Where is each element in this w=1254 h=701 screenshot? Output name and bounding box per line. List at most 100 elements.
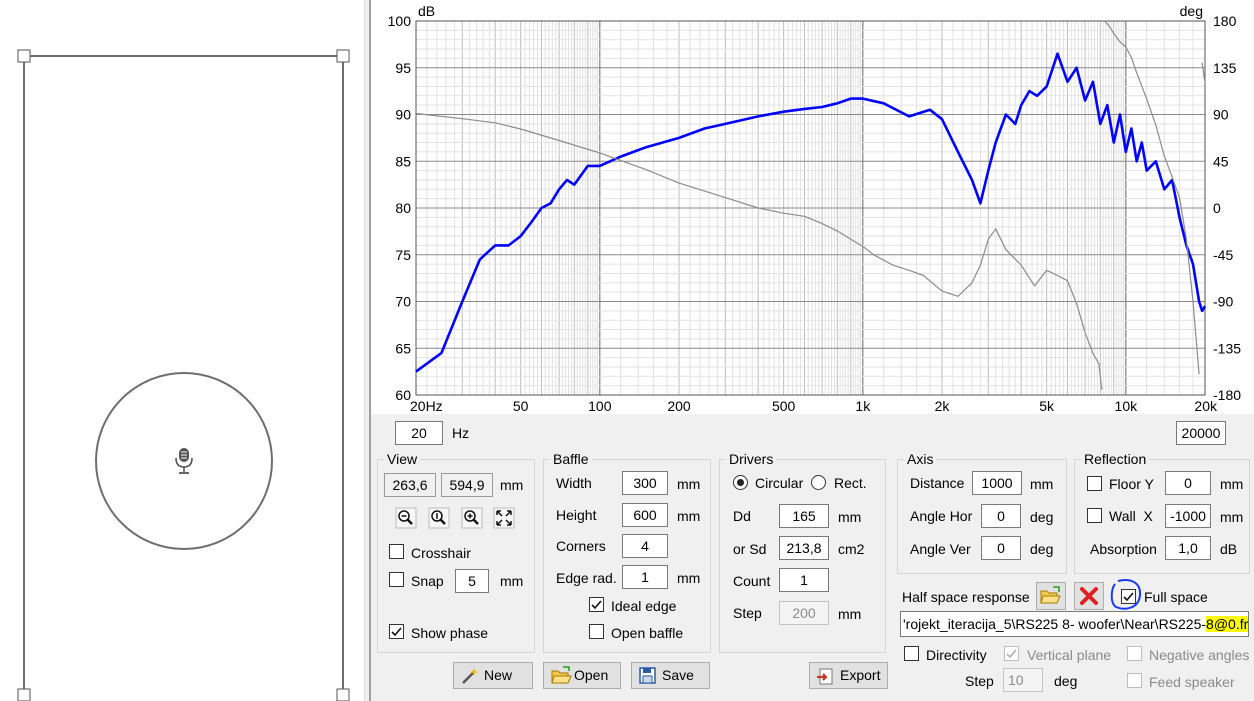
delete-x-icon [1080,587,1098,605]
y2-tick-label: -90 [1213,294,1233,310]
count-input[interactable]: 1 [779,568,829,592]
sd-unit: cm2 [838,541,865,557]
floor-input[interactable]: 0 [1165,471,1211,495]
view-x-readout: 263,6 [384,473,436,497]
baffle-corners-input[interactable]: 4 [622,534,668,558]
reflection-group-title: Reflection [1081,451,1150,467]
distance-unit: mm [1030,476,1054,492]
resize-handle-top-right [336,49,350,63]
show-phase-label: Show phase [411,625,489,641]
baffle-height-input[interactable]: 600 [622,503,668,527]
new-button[interactable]: New [453,662,533,689]
floor-unit: mm [1220,476,1244,492]
directivity-step-unit: deg [1054,673,1078,689]
phase-curve [415,20,1206,390]
clear-half-space-button[interactable] [1074,582,1104,610]
baffle-view-pane[interactable] [0,0,364,701]
zoom-fit-icon[interactable] [493,507,515,529]
frequency-response-chart[interactable]: 100 95 90 85 80 75 70 65 60 180 135 90 45 0 -45 -90 -135… [371,0,1254,414]
frequency-response-graph[interactable]: 100 95 90 85 80 75 70 65 60 180 135 90 45 0 -45 -90 -135… [371,0,1254,414]
freq-min-input[interactable]: 20 [395,421,443,445]
show-phase-checkbox[interactable] [389,624,404,639]
x-tick-label: 100 [588,398,612,414]
resize-handle-bottom-left [17,688,31,701]
y-tick-label: 70 [395,294,411,310]
zoom-in-icon[interactable] [461,507,483,529]
baffle-edge-input[interactable]: 1 [622,565,668,589]
zoom-reset-icon[interactable] [428,507,450,529]
crosshair-label: Crosshair [411,545,471,561]
angle-ver-input[interactable]: 0 [981,536,1021,560]
driver-step-unit: mm [838,606,862,622]
distance-input[interactable]: 1000 [972,471,1022,495]
sd-input[interactable]: 213,8 [779,536,829,560]
x-tick-label: 2k [935,398,951,414]
circular-label: Circular [755,475,804,491]
baffle-width-unit: mm [677,476,701,492]
open-button[interactable]: Open [543,662,621,689]
baffle-group-title: Baffle [550,451,592,467]
x-tick-label: 1k [855,398,871,414]
zoom-out-icon[interactable] [395,507,417,529]
absorption-unit: dB [1220,541,1238,557]
new-button-label: New [484,667,513,683]
directivity-checkbox[interactable] [904,646,919,661]
x-tick-label: 10k [1115,398,1139,414]
axis-group-title: Axis [904,451,937,467]
directivity-step-input[interactable]: 10 [1003,668,1043,692]
freq-max-input[interactable]: 20000 [1176,421,1226,445]
angle-hor-label: Angle Hor [910,508,973,524]
y-tick-label: 60 [395,387,411,403]
rect-radio[interactable] [811,475,826,490]
angle-ver-unit: deg [1030,541,1054,557]
half-space-file-path[interactable]: 'rojekt_iteracija_5\RS225 8- woofer\Near… [900,611,1249,637]
rect-label: Rect. [834,475,867,491]
wall-checkbox[interactable] [1087,508,1102,523]
folder-open-icon [1040,586,1061,604]
baffle-edge-label: Edge rad. [556,570,617,586]
export-button-label: Export [840,667,881,683]
y2-tick-label: 135 [1213,60,1237,76]
circular-radio[interactable] [733,475,748,490]
floor-label: Floor Y [1109,476,1154,492]
x-tick-label: 20Hz [410,398,443,414]
baffle-edge-unit: mm [677,570,701,586]
snap-checkbox[interactable] [389,572,404,587]
open-baffle-checkbox[interactable] [589,624,604,639]
open-button-label: Open [574,667,609,683]
vertical-plane-checkbox[interactable] [1004,646,1019,661]
x-tick-label: 20k [1194,398,1218,414]
vertical-plane-label: Vertical plane [1027,647,1112,663]
magnitude-curve [415,52,1207,373]
angle-hor-input[interactable]: 0 [981,504,1021,528]
snap-input[interactable]: 5 [455,569,489,593]
open-baffle-label: Open baffle [611,625,684,641]
load-half-space-button[interactable] [1036,582,1066,610]
view-y-readout: 594,9 [441,473,493,497]
feed-speaker-checkbox[interactable] [1127,673,1142,688]
baffle-height-unit: mm [677,508,701,524]
floppy-disk-icon [639,667,656,684]
floor-checkbox[interactable] [1087,476,1102,491]
ideal-edge-label: Ideal edge [611,598,677,614]
microphone-icon [175,448,193,474]
distance-label: Distance [910,475,965,491]
snap-unit-label: mm [500,573,524,589]
negative-angles-checkbox[interactable] [1127,646,1142,661]
baffle-width-label: Width [556,475,592,491]
baffle-corners-label: Corners [556,538,606,554]
ideal-edge-checkbox[interactable] [589,597,604,612]
y2-tick-label: 90 [1213,107,1229,123]
baffle-drawing[interactable] [0,0,364,701]
dd-input[interactable]: 165 [779,504,829,528]
export-button[interactable]: Export [809,662,888,689]
baffle-width-input[interactable]: 300 [622,471,668,495]
driver-step-input[interactable]: 200 [779,601,829,625]
wall-input[interactable]: -1000 [1165,504,1211,528]
baffle-outline [23,55,344,701]
crosshair-checkbox[interactable] [389,544,404,559]
absorption-input[interactable]: 1,0 [1165,536,1211,560]
save-button[interactable]: Save [631,662,710,689]
full-space-annotation-circle [1110,579,1142,610]
snap-label: Snap [411,573,444,589]
